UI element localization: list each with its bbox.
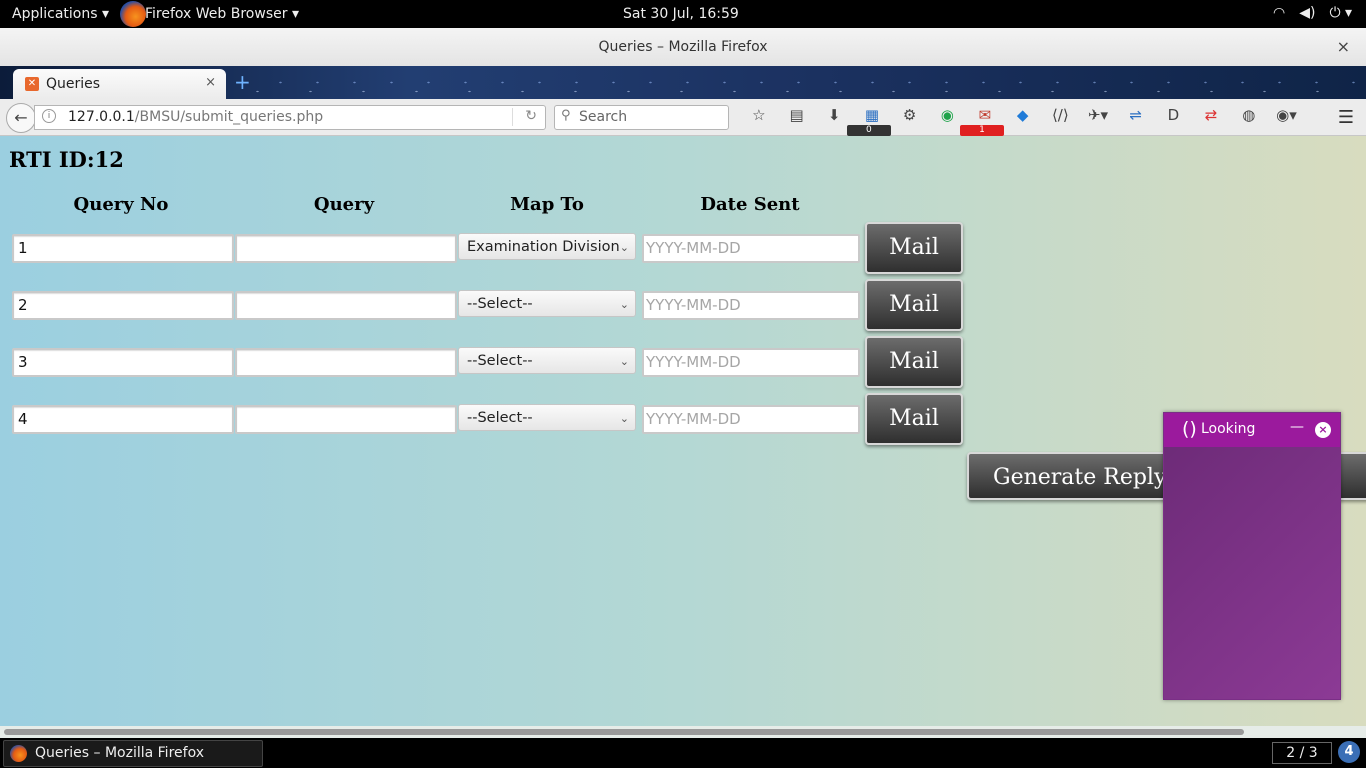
popup-close-button[interactable]: ×	[1315, 422, 1331, 438]
search-input[interactable]: ⚲ Search	[554, 105, 729, 130]
search-icon: ⚲	[561, 108, 571, 123]
firefox-logo-icon	[120, 1, 146, 27]
volume-icon[interactable]: ◀)	[1299, 5, 1315, 21]
rti-value: 12	[94, 147, 124, 172]
date-sent-field[interactable]: YYYY-MM-DD	[642, 291, 860, 320]
map-to-value: Examination Division	[467, 239, 620, 255]
header-map-to: Map To	[510, 194, 584, 215]
mail-extension-icon[interactable]: ✉1	[960, 106, 1004, 136]
date-sent-field[interactable]: YYYY-MM-DD	[642, 234, 860, 263]
gem-icon[interactable]: ◆	[1004, 106, 1042, 128]
url-host: 127.0.0.1	[68, 109, 135, 125]
chevron-down-icon: ⌄	[619, 412, 629, 425]
window-title: Queries – Mozilla Firefox	[598, 39, 768, 55]
clock[interactable]: Sat 30 Jul, 16:59	[623, 6, 739, 22]
query-no-field[interactable]: 1	[12, 234, 234, 263]
header-date-sent: Date Sent	[700, 194, 800, 215]
chevron-down-icon: ⌄	[619, 241, 629, 254]
looking-popup: () Looking — ×	[1163, 412, 1341, 700]
query-no-field[interactable]: 2	[12, 291, 234, 320]
rti-id-heading: RTI ID:12	[9, 147, 124, 172]
map-to-value: --Select--	[467, 410, 533, 426]
translate-icon[interactable]: ⇌	[1117, 106, 1155, 128]
notification-count-badge[interactable]: 4	[1338, 741, 1360, 763]
chevron-down-icon: ⌄	[619, 298, 629, 311]
gnome-bottom-bar: Queries – Mozilla Firefox 2 / 3 4	[0, 738, 1366, 768]
firefox-icon	[10, 745, 27, 762]
tab-strip: ✕ Queries × +	[0, 66, 1366, 99]
privacy-icon[interactable]: ◍	[1230, 106, 1268, 128]
query-field[interactable]	[235, 291, 457, 320]
map-to-select[interactable]: Examination Division ⌄	[458, 233, 636, 260]
tab-queries[interactable]: ✕ Queries ×	[13, 69, 226, 99]
power-icon[interactable]: ⏻ ▾	[1329, 5, 1352, 21]
popup-title: Looking	[1201, 421, 1256, 437]
map-to-value: --Select--	[467, 353, 533, 369]
new-tab-button[interactable]: +	[234, 70, 251, 94]
popup-header[interactable]: () Looking — ×	[1164, 413, 1340, 447]
site-info-icon[interactable]: i	[42, 109, 56, 123]
extension-badge: 0	[847, 125, 891, 136]
header-query-no: Query No	[73, 194, 169, 215]
url-text[interactable]: 127.0.0.1/BMSU/submit_queries.php	[68, 109, 323, 125]
map-to-select[interactable]: --Select-- ⌄	[458, 347, 636, 374]
wifi-icon[interactable]: ◠	[1273, 5, 1285, 21]
taskbar-window-label: Queries – Mozilla Firefox	[35, 745, 204, 761]
date-sent-field[interactable]: YYYY-MM-DD	[642, 348, 860, 377]
query-field[interactable]	[235, 348, 457, 377]
search-placeholder: Search	[579, 109, 628, 125]
code-icon[interactable]: ⟨/⟩	[1042, 106, 1080, 128]
query-no-field[interactable]: 4	[12, 405, 234, 434]
swap-icon[interactable]: ⇄	[1192, 106, 1230, 128]
mail-badge: 1	[960, 125, 1004, 136]
hamburger-icon[interactable]: ☰	[1338, 107, 1354, 128]
query-field[interactable]	[235, 234, 457, 263]
mail-button[interactable]: Mail	[865, 336, 963, 388]
extension-icon[interactable]: ⚙	[891, 106, 929, 128]
taskbar-window-button[interactable]: Queries – Mozilla Firefox	[3, 740, 263, 767]
query-no-field[interactable]: 3	[12, 348, 234, 377]
map-to-select[interactable]: --Select-- ⌄	[458, 404, 636, 431]
gnome-top-bar: Applications ▾ Firefox Web Browser ▾ Sat…	[0, 0, 1366, 28]
reload-icon[interactable]: ↻	[525, 108, 537, 124]
applications-menu[interactable]: Applications ▾	[12, 6, 109, 22]
workspace-indicator[interactable]: 2 / 3	[1272, 742, 1332, 764]
tab-label: Queries	[46, 76, 101, 92]
system-tray[interactable]: ◠ ◀) ⏻ ▾	[1273, 5, 1352, 21]
bookmark-star-icon[interactable]: ☆	[740, 106, 778, 128]
looking-icon: ()	[1182, 418, 1197, 440]
header-query: Query	[313, 194, 375, 215]
horizontal-scrollbar[interactable]	[0, 726, 1366, 738]
date-sent-field[interactable]: YYYY-MM-DD	[642, 405, 860, 434]
mail-button[interactable]: Mail	[865, 279, 963, 331]
map-to-value: --Select--	[467, 296, 533, 312]
tab-close-button[interactable]: ×	[205, 75, 216, 90]
app-menu[interactable]: Firefox Web Browser ▾	[145, 6, 299, 22]
toolbar-icons: ☆ ▤ ⬇ ▦0 ⚙ ◉ ✉1 ◆ ⟨/⟩ ✈▾ ⇌ D ⇄ ◍ ◉▾	[740, 106, 1306, 136]
mail-button[interactable]: Mail	[865, 222, 963, 274]
mail-button[interactable]: Mail	[865, 393, 963, 445]
navigation-toolbar: ← i 127.0.0.1/BMSU/submit_queries.php ↻ …	[0, 99, 1366, 136]
eye-icon[interactable]: ◉▾	[1268, 106, 1306, 128]
url-separator	[512, 108, 513, 126]
reading-list-icon[interactable]: ▤	[778, 106, 816, 128]
page-content: RTI ID:12 Query No Query Map To Date Sen…	[0, 136, 1366, 726]
query-field[interactable]	[235, 405, 457, 434]
map-to-select[interactable]: --Select-- ⌄	[458, 290, 636, 317]
chevron-down-icon: ⌄	[619, 355, 629, 368]
popup-minimize-button[interactable]: —	[1290, 419, 1304, 435]
window-close-button[interactable]: ×	[1337, 28, 1350, 66]
satellite-icon[interactable]: ✈▾	[1079, 106, 1117, 128]
xampp-favicon-icon: ✕	[25, 77, 39, 91]
d-icon[interactable]: D	[1155, 106, 1193, 128]
url-bar[interactable]: i 127.0.0.1/BMSU/submit_queries.php ↻	[34, 105, 546, 130]
url-path: /BMSU/submit_queries.php	[134, 109, 324, 125]
scrollbar-thumb[interactable]	[4, 729, 1244, 735]
window-titlebar: Queries – Mozilla Firefox ×	[0, 28, 1366, 67]
back-button[interactable]: ←	[6, 103, 36, 133]
rti-label: RTI ID:	[9, 147, 95, 172]
extension-0-icon[interactable]: ▦0	[847, 106, 891, 136]
